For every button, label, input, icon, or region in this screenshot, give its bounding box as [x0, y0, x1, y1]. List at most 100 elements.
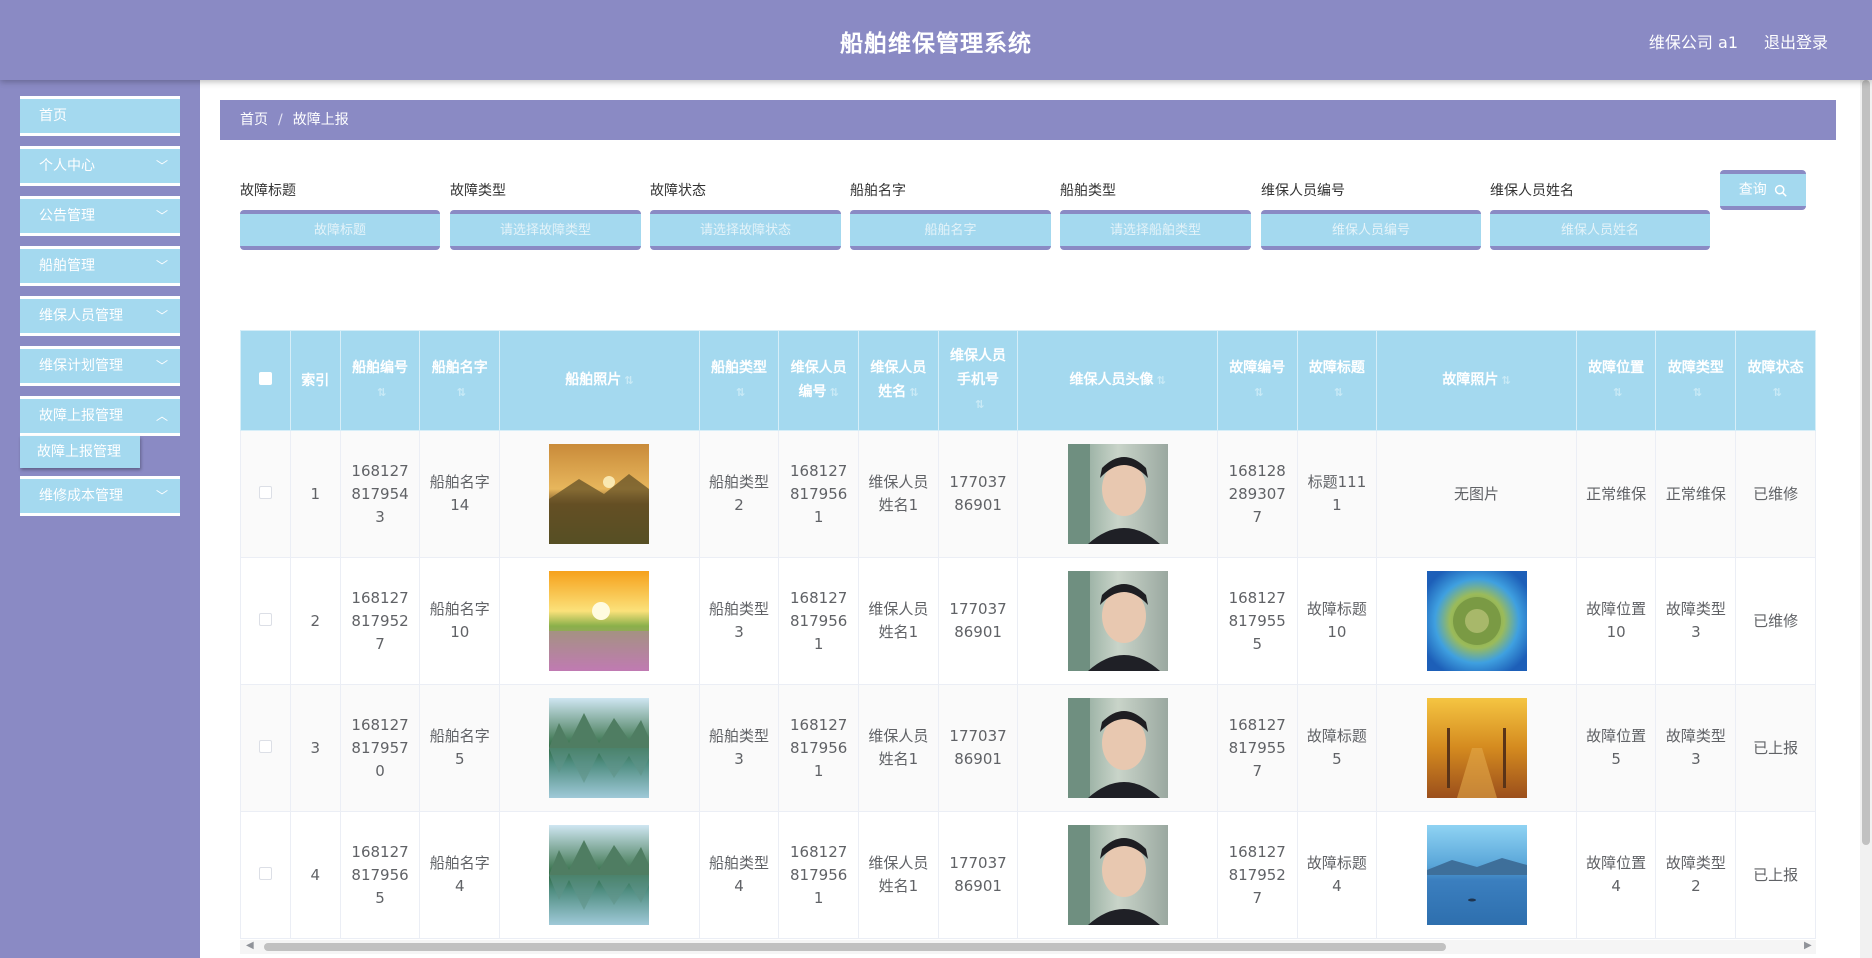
row-checkbox-cell[interactable]: [240, 430, 291, 558]
checkbox[interactable]: [258, 739, 272, 753]
search-button[interactable]: 查询: [1720, 170, 1806, 210]
cell-ship-no: 1681278179543: [339, 430, 421, 558]
sidebar-item-label: 首页: [39, 108, 67, 124]
sidebar-item-notices[interactable]: 公告管理 ﹀: [20, 196, 180, 236]
chevron-up-icon: ︿: [155, 409, 168, 423]
checkbox[interactable]: [258, 866, 272, 880]
sidebar-item-profile[interactable]: 个人中心 ﹀: [20, 146, 180, 186]
horizontal-scrollbar-thumb[interactable]: [264, 943, 1446, 951]
ship-photo-image[interactable]: [549, 571, 650, 671]
checkbox[interactable]: [258, 612, 272, 626]
sidebar-item-home[interactable]: 首页: [20, 96, 180, 136]
logout-button[interactable]: 退出登录: [1764, 29, 1828, 53]
column-header[interactable]: 维保人员手机号 ⇅: [937, 330, 1019, 431]
top-header: 船舶维保管理系统 维保公司 a1 退出登录: [0, 0, 1872, 80]
cell-staff-no: 1681278179561: [778, 557, 859, 685]
cell-staff-name: 维保人员姓名1: [858, 684, 939, 812]
cell-ship-name: 船舶名字10: [419, 557, 501, 685]
cell-ship-photo: [499, 430, 700, 558]
column-header[interactable]: 船舶名字 ⇅: [419, 330, 501, 431]
sort-icon: ⇅: [456, 386, 466, 399]
ship-photo-image[interactable]: [549, 444, 650, 544]
chevron-down-icon: ﹀: [155, 159, 168, 173]
chevron-down-icon: ﹀: [155, 489, 168, 503]
breadcrumb-home[interactable]: 首页: [240, 112, 268, 128]
search-label-ship-name: 船舶名字: [850, 183, 906, 199]
sidebar-item-staff[interactable]: 维保人员管理 ﹀: [20, 296, 180, 336]
ship-name-input[interactable]: [850, 210, 1051, 250]
checkbox[interactable]: [258, 485, 272, 499]
column-header: 索引: [289, 330, 341, 431]
cell-ship-type: 船舶类型4: [698, 811, 780, 939]
table-row[interactable]: 1 1681278179543 船舶名字14 船舶类型2 16812781795…: [240, 430, 1816, 558]
sort-icon: ⇅: [735, 386, 746, 399]
sort-icon: ⇅: [974, 398, 985, 411]
cell-ship-name: 船舶名字4: [419, 811, 501, 939]
sort-icon: ⇅: [1254, 386, 1264, 399]
sort-icon: ⇅: [1772, 386, 1782, 399]
fault-photo-image[interactable]: [1426, 571, 1527, 671]
cell-ship-type: 船舶类型2: [698, 430, 780, 558]
staff-avatar-image[interactable]: [1067, 698, 1168, 798]
sidebar-item-plans[interactable]: 维保计划管理 ﹀: [20, 346, 180, 386]
search-label-fault-type: 故障类型: [450, 183, 506, 199]
scroll-left-icon[interactable]: ◀: [246, 940, 254, 951]
cell-ship-name: 船舶名字5: [419, 684, 501, 812]
sidebar-item-label: 船舶管理: [39, 258, 95, 274]
cell-staff-avatar: [1017, 430, 1218, 558]
cell-ship-photo: [499, 684, 700, 812]
cell-fault-photo: [1376, 557, 1577, 685]
column-header[interactable]: 船舶照片 ⇅: [499, 330, 700, 431]
staff-avatar-image[interactable]: [1067, 825, 1168, 925]
staff-avatar-image[interactable]: [1067, 444, 1168, 544]
search-label-fault-title: 故障标题: [240, 183, 296, 199]
table-row[interactable]: 4 1681278179565 船舶名字4 船舶类型4 168127817956…: [240, 811, 1816, 939]
fault-photo-image[interactable]: [1426, 698, 1527, 798]
cell-staff-no: 1681278179561: [778, 684, 859, 812]
column-header[interactable]: 故障照片 ⇅: [1376, 330, 1577, 431]
fault-photo-image[interactable]: [1426, 825, 1527, 925]
checkbox[interactable]: [258, 371, 272, 385]
cell-fault-photo: [1376, 684, 1577, 812]
row-checkbox-cell[interactable]: [240, 684, 291, 812]
staff-name-input[interactable]: [1490, 210, 1710, 250]
staff-avatar-image[interactable]: [1067, 571, 1168, 671]
fault-type-select[interactable]: [450, 210, 641, 250]
column-header[interactable]: 故障编号 ⇅: [1216, 330, 1298, 431]
cell-fault-status: 已上报: [1735, 684, 1816, 812]
table-row[interactable]: 3 1681278179570 船舶名字5 船舶类型3 168127817956…: [240, 684, 1816, 812]
search-label-staff-no: 维保人员编号: [1261, 183, 1345, 199]
vertical-scrollbar-thumb[interactable]: [1862, 80, 1870, 845]
row-checkbox-cell[interactable]: [240, 811, 291, 939]
select-all-checkbox[interactable]: [240, 330, 291, 431]
column-header[interactable]: 船舶类型 ⇅: [698, 330, 780, 431]
sidebar-item-costs[interactable]: 维修成本管理 ﹀: [20, 476, 180, 516]
column-header[interactable]: 故障位置 ⇅: [1575, 330, 1657, 431]
row-checkbox-cell[interactable]: [240, 557, 291, 685]
fault-title-input[interactable]: [240, 210, 440, 250]
ship-type-select[interactable]: [1060, 210, 1251, 250]
table-row[interactable]: 2 1681278179527 船舶名字10 船舶类型3 16812781795…: [240, 557, 1816, 685]
sidebar-subitem-fault-management[interactable]: 故障上报管理: [20, 436, 140, 468]
sidebar-item-faults[interactable]: 故障上报管理 ︿: [20, 396, 180, 436]
ship-photo-image[interactable]: [549, 825, 650, 925]
fault-status-select[interactable]: [650, 210, 841, 250]
column-header[interactable]: 故障标题 ⇅: [1296, 330, 1378, 431]
staff-no-input[interactable]: [1261, 210, 1481, 250]
cell-fault-type: 故障类型3: [1655, 557, 1737, 685]
column-header[interactable]: 故障类型 ⇅: [1655, 330, 1737, 431]
sidebar-item-label: 维保计划管理: [39, 358, 123, 374]
cell-index: 1: [289, 430, 341, 558]
cell-staff-avatar: [1017, 684, 1218, 812]
sidebar-item-ships[interactable]: 船舶管理 ﹀: [20, 246, 180, 286]
column-header[interactable]: 维保人员姓名 ⇅: [858, 330, 939, 431]
cell-fault-status: 已维修: [1735, 430, 1816, 558]
column-header[interactable]: 维保人员头像 ⇅: [1017, 330, 1218, 431]
ship-photo-image[interactable]: [549, 698, 650, 798]
column-header[interactable]: 船舶编号 ⇅: [339, 330, 421, 431]
cell-staff-phone: 17703786901: [937, 684, 1019, 812]
cell-fault-no: 1681278179557: [1216, 684, 1298, 812]
column-header[interactable]: 故障状态 ⇅: [1735, 330, 1816, 431]
scroll-right-icon[interactable]: ▶: [1804, 940, 1812, 951]
column-header[interactable]: 维保人员编号 ⇅: [778, 330, 859, 431]
